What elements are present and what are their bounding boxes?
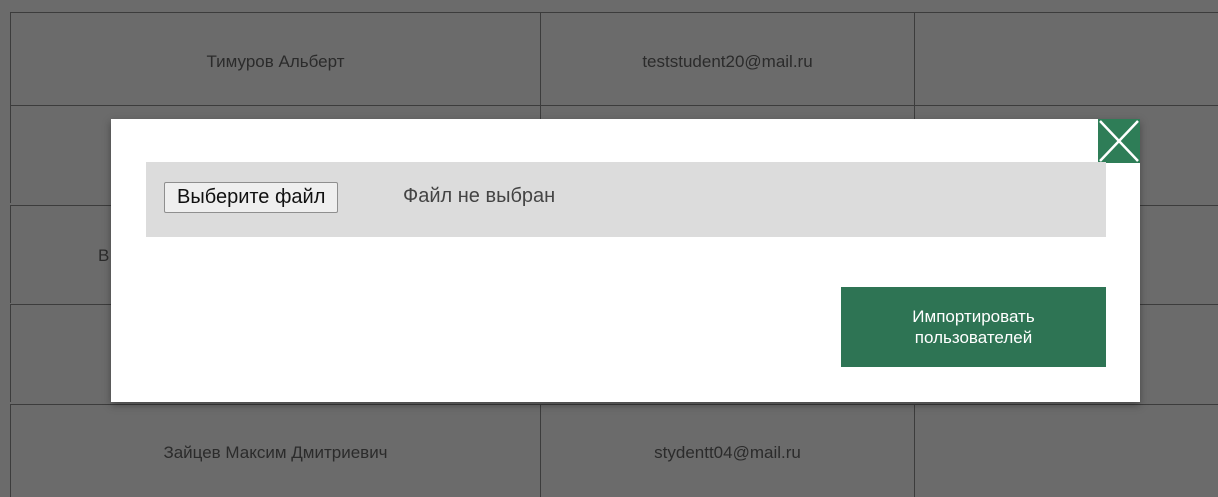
choose-file-button[interactable]: Выберите файл — [164, 182, 339, 213]
table-cell-name: Тимуров Альберт — [10, 13, 540, 110]
table-row: Зайцев Максим Дмитриевич stydentt04@mail… — [10, 404, 1218, 497]
close-button[interactable] — [1098, 119, 1140, 163]
table-cell-extra — [914, 13, 1218, 110]
table-cell-name: Зайцев Максим Дмитриевич — [10, 405, 540, 497]
table-cell-email: stydentt04@mail.ru — [540, 405, 914, 497]
file-input-row: Выберите файл Файл не выбран — [146, 162, 1106, 237]
table-cell-email: teststudent20@mail.ru — [540, 13, 914, 110]
import-users-button[interactable]: Импортировать пользователей — [841, 287, 1106, 367]
table-row: Тимуров Альберт teststudent20@mail.ru — [10, 12, 1218, 110]
table-cell-partial-text: В — [98, 246, 110, 265]
close-icon — [1098, 119, 1140, 163]
file-status-text: Файл не выбран — [403, 185, 556, 207]
page: Тимуров Альберт teststudent20@mail.ru За… — [0, 0, 1218, 497]
table-cell-extra — [914, 405, 1218, 497]
import-users-modal: Выберите файл Файл не выбран Импортирова… — [111, 119, 1140, 402]
